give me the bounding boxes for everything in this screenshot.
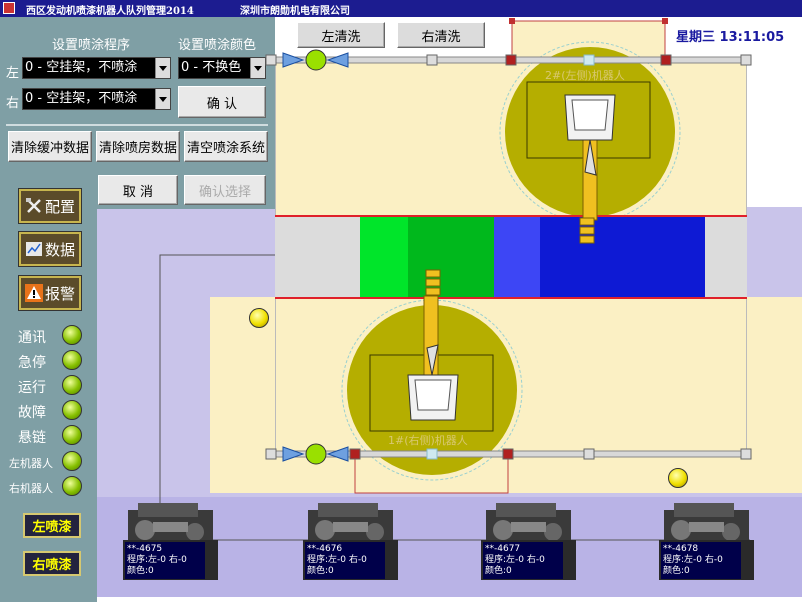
engine-program: 程序:左-0 右-0 bbox=[663, 555, 723, 565]
upper-rail bbox=[265, 49, 752, 71]
upper-robot-label: 2#(左侧)机器人 bbox=[545, 69, 625, 82]
engine-card-1[interactable]: **-4675 程序:左-0 右-0 颜色:0 bbox=[123, 500, 218, 582]
sensor-light-exit bbox=[668, 468, 688, 488]
engine-color: 颜色:0 bbox=[127, 566, 154, 576]
engine-info: **-4675 程序:左-0 右-0 颜色:0 bbox=[125, 542, 205, 579]
lower-robot-label: 1#(右侧)机器人 bbox=[388, 434, 468, 447]
engine-info: **-4678 程序:左-0 右-0 颜色:0 bbox=[661, 542, 741, 579]
engine-info: **-4677 程序:左-0 右-0 颜色:0 bbox=[483, 542, 563, 579]
engine-card-3[interactable]: **-4677 程序:左-0 右-0 颜色:0 bbox=[481, 500, 576, 582]
engine-card-4[interactable]: **-4678 程序:左-0 右-0 颜色:0 bbox=[659, 500, 754, 582]
engine-id: **-4677 bbox=[485, 544, 521, 554]
conveyor-track bbox=[275, 215, 747, 299]
engine-id: **-4678 bbox=[663, 544, 699, 554]
engine-program: 程序:左-0 右-0 bbox=[307, 555, 367, 565]
engine-card-2[interactable]: **-4676 程序:左-0 右-0 颜色:0 bbox=[303, 500, 398, 582]
engine-program: 程序:左-0 右-0 bbox=[127, 555, 187, 565]
engine-id: **-4675 bbox=[127, 544, 163, 554]
engine-color: 颜色:0 bbox=[307, 566, 334, 576]
engine-info: **-4676 程序:左-0 右-0 颜色:0 bbox=[305, 542, 385, 579]
engine-id: **-4676 bbox=[307, 544, 343, 554]
engine-color: 颜色:0 bbox=[663, 566, 690, 576]
engine-color: 颜色:0 bbox=[485, 566, 512, 576]
sensor-light-booth bbox=[249, 308, 269, 328]
engine-program: 程序:左-0 右-0 bbox=[485, 555, 545, 565]
